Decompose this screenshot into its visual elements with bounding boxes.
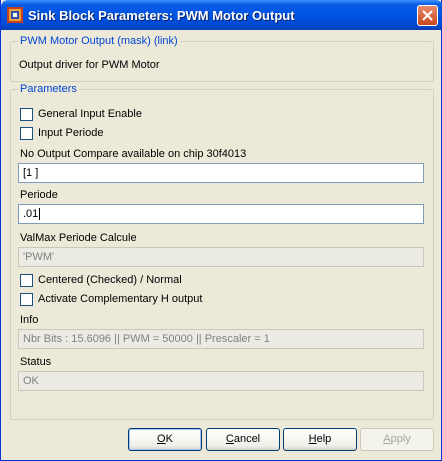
close-icon: [422, 10, 433, 21]
apply-button[interactable]: Apply: [360, 428, 434, 451]
checkbox-box[interactable]: [20, 127, 33, 140]
parameters-heading: Parameters: [18, 83, 79, 96]
status-label: Status: [20, 356, 52, 368]
periode-value: .01: [23, 208, 39, 220]
checkbox-label: Centered (Checked) / Normal: [38, 274, 182, 286]
info-field: Nbr Bits : 15.6096 || PWM = 50000 || Pre…: [18, 329, 424, 349]
periode-label: Periode: [20, 189, 58, 201]
info-label: Info: [20, 314, 39, 326]
output-compare-field[interactable]: [1 ]: [18, 163, 424, 183]
valmax-field: 'PWM': [18, 247, 424, 267]
valmax-label: ValMax Periode Calcule: [20, 232, 137, 244]
apply-label: pply: [390, 433, 411, 445]
description-heading: PWM Motor Output (mask) (link): [18, 35, 180, 48]
cancel-mnemonic: C: [225, 433, 234, 445]
status-value: OK: [23, 375, 39, 387]
apply-mnemonic: A: [383, 433, 391, 445]
status-field: OK: [18, 371, 424, 391]
description-text: Output driver for PWM Motor: [19, 59, 160, 71]
ok-label: K: [165, 433, 173, 445]
checkbox-box[interactable]: [20, 274, 33, 287]
help-button[interactable]: Help: [283, 428, 357, 451]
output-compare-label: No Output Compare available on chip 30f4…: [20, 148, 247, 160]
text-caret: [39, 208, 41, 221]
cancel-label: ancel: [233, 433, 261, 445]
valmax-value: 'PWM': [23, 251, 55, 263]
checkbox-box[interactable]: [20, 293, 33, 306]
ok-mnemonic: O: [157, 433, 166, 445]
description-group: PWM Motor Output (mask) (link) Output dr…: [10, 35, 434, 82]
checkbox-box[interactable]: [20, 108, 33, 121]
ok-button[interactable]: OK: [128, 428, 202, 451]
simulink-app-icon: [7, 7, 23, 23]
checkbox-label: Activate Complementary H output: [38, 293, 203, 305]
help-mnemonic: H: [308, 433, 317, 445]
output-compare-value: [1 ]: [23, 167, 39, 179]
checkbox-label: Input Periode: [38, 127, 104, 139]
checkbox-label: General Input Enable: [38, 108, 142, 120]
info-value: Nbr Bits : 15.6096 || PWM = 50000 || Pre…: [23, 333, 270, 345]
cancel-button[interactable]: Cancel: [206, 428, 280, 451]
title-bar[interactable]: Sink Block Parameters: PWM Motor Output: [1, 0, 442, 30]
close-button[interactable]: [417, 5, 438, 26]
help-label: elp: [316, 433, 332, 445]
dialog-window: Sink Block Parameters: PWM Motor Output …: [0, 0, 442, 461]
window-title: Sink Block Parameters: PWM Motor Output: [28, 8, 295, 23]
periode-field[interactable]: .01: [18, 204, 424, 224]
